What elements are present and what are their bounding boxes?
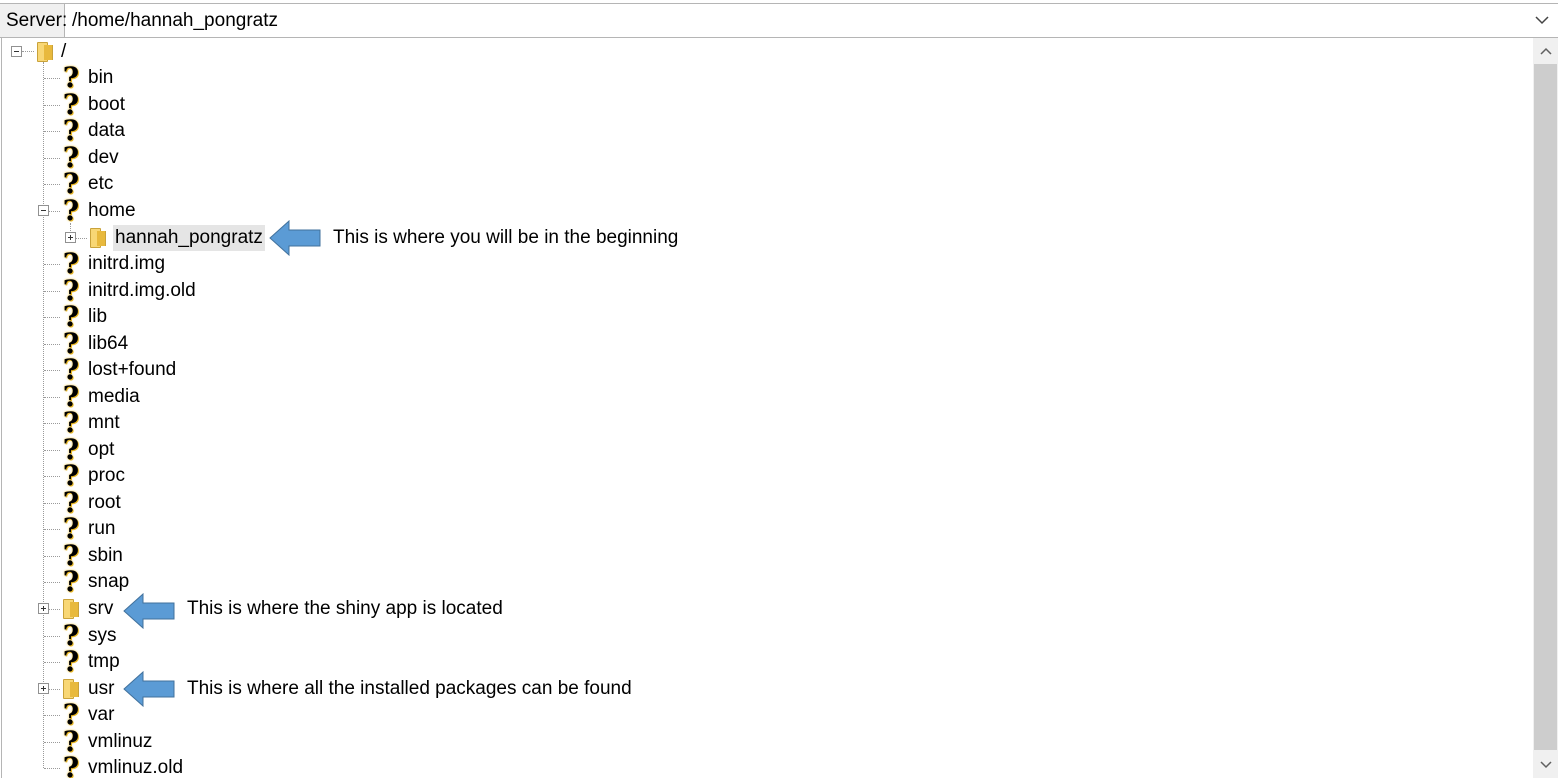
tree-item-boot[interactable]: boot: [88, 92, 125, 118]
tree-connector: [44, 503, 60, 504]
tree-item-home[interactable]: home: [88, 198, 136, 224]
tree-item-dev[interactable]: dev: [88, 145, 119, 171]
annotation-usr: This is where all the installed packages…: [187, 678, 632, 699]
annotation-home: This is where you will be in the beginni…: [333, 227, 679, 248]
tree-connector: [44, 397, 60, 398]
tree-connector: [44, 317, 60, 318]
tree-connector: [44, 370, 60, 371]
tree-item-var[interactable]: var: [88, 702, 114, 728]
tree-connector: [44, 184, 60, 185]
question-mark-icon: ?: [62, 565, 80, 598]
tree-connector: [44, 715, 60, 716]
tree-connector: [44, 662, 60, 663]
tree-item-media[interactable]: media: [88, 384, 140, 410]
tree-connector: [44, 582, 60, 583]
tree-connector: [44, 291, 60, 292]
tree-item-initrd-img[interactable]: initrd.img: [88, 251, 165, 277]
tree-item-data[interactable]: data: [88, 118, 125, 144]
tree-item-vmlinuz[interactable]: vmlinuz: [88, 729, 152, 755]
question-mark-icon: ?: [62, 645, 80, 678]
tree-connector: [44, 450, 60, 451]
tree-connector: [44, 105, 60, 106]
tree-item-opt[interactable]: opt: [88, 437, 114, 463]
annotation-srv: This is where the shiny app is located: [187, 598, 503, 619]
tree-item-proc[interactable]: proc: [88, 463, 125, 489]
tree-connector: [44, 742, 60, 743]
tree-connector: [44, 476, 60, 477]
expand-plus-icon[interactable]: [65, 232, 76, 243]
scroll-down-arrow-icon[interactable]: [1533, 752, 1558, 778]
tree-item-vmlinuz-old[interactable]: vmlinuz.old: [88, 755, 183, 778]
tree-item-mnt[interactable]: mnt: [88, 410, 120, 436]
folder-icon: [88, 225, 108, 251]
expand-plus-icon[interactable]: [38, 603, 49, 614]
vertical-scrollbar[interactable]: [1533, 38, 1558, 778]
left-arrow-icon: [123, 593, 175, 629]
tree-item-lost-found[interactable]: lost+found: [88, 357, 176, 383]
collapse-minus-icon[interactable]: [38, 205, 49, 216]
tree-item-tmp[interactable]: tmp: [88, 649, 120, 675]
remote-path-bar: Server: /home/hannah_pongratz: [0, 3, 1558, 38]
scrollbar-thumb[interactable]: [1534, 64, 1557, 750]
collapse-minus-icon[interactable]: [11, 46, 22, 57]
tree-connector: [44, 78, 60, 79]
tree-connector: [49, 211, 60, 212]
scroll-up-arrow-icon[interactable]: [1533, 38, 1558, 64]
folder-icon: [35, 39, 55, 65]
tree-item-root-dir[interactable]: root: [88, 490, 121, 516]
tree-connector: [44, 529, 60, 530]
tree-connector: [76, 238, 87, 239]
left-arrow-icon: [123, 671, 175, 707]
tree-connector: [22, 51, 34, 52]
tree-item-usr[interactable]: usr: [88, 676, 114, 702]
tree-connector: [44, 423, 60, 424]
tree-item-etc[interactable]: etc: [88, 171, 113, 197]
question-mark-icon: ?: [62, 194, 80, 227]
tree-item-sys[interactable]: sys: [88, 623, 117, 649]
tree-connector: [44, 768, 60, 769]
tree-item-bin[interactable]: bin: [88, 65, 113, 91]
tree-connector: [44, 344, 60, 345]
tree-connector: [44, 636, 60, 637]
tree-item-run[interactable]: run: [88, 516, 115, 542]
tree-connector: [44, 158, 60, 159]
tree-connector: [44, 264, 60, 265]
tree-connector: [44, 556, 60, 557]
remote-directory-tree[interactable]: / ? bin ? boot ? data ? dev ? etc ? home…: [1, 38, 1532, 778]
tree-item-lib64[interactable]: lib64: [88, 331, 128, 357]
tree-item-hannah-pongratz[interactable]: hannah_pongratz: [113, 225, 265, 251]
server-label: Server:: [0, 4, 67, 37]
expand-plus-icon[interactable]: [38, 683, 49, 694]
tree-connector: [49, 689, 60, 690]
tree-item-initrd-img-old[interactable]: initrd.img.old: [88, 278, 196, 304]
tree-item-srv[interactable]: srv: [88, 596, 113, 622]
tree-connector: [44, 131, 60, 132]
tree-connector: [49, 609, 60, 610]
left-arrow-icon: [269, 220, 321, 256]
tree-item-snap[interactable]: snap: [88, 569, 129, 595]
remote-path-input[interactable]: /home/hannah_pongratz: [66, 4, 1524, 37]
tree-item-sbin[interactable]: sbin: [88, 543, 123, 569]
path-dropdown-chevron-down-icon[interactable]: [1528, 4, 1556, 37]
tree-item-lib[interactable]: lib: [88, 304, 107, 330]
question-mark-icon: ?: [62, 751, 80, 779]
